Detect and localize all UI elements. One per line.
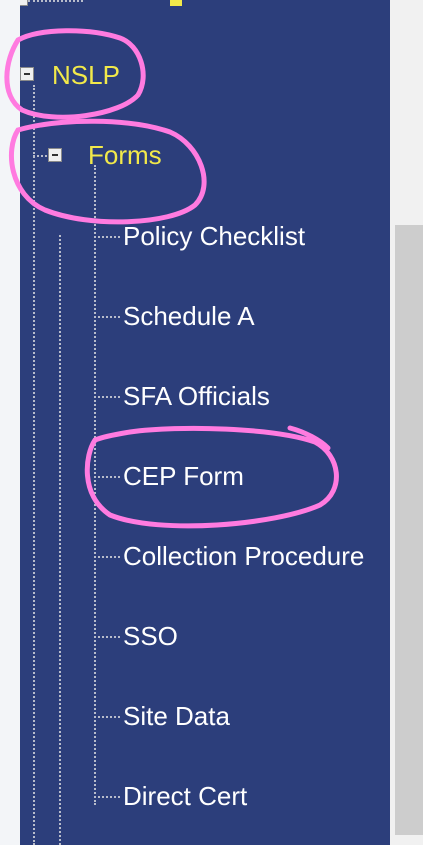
tree-connector [94,396,120,398]
tree-item-sfa-officials[interactable]: SFA Officials [123,381,270,411]
navigation-tree[interactable]: NSLP Forms Policy Checklist Schedule A S… [20,0,390,845]
tree-connector [94,165,96,805]
partial-node-label-fragment [170,0,182,6]
page-left-margin [0,0,20,845]
tree-connector [33,155,47,157]
tree-item-collection-procedure[interactable]: Collection Procedure [123,541,364,571]
tree-connector [94,556,120,558]
scrollbar-thumb[interactable] [395,225,423,835]
tree-connector [94,236,120,238]
tree-item-policy-checklist[interactable]: Policy Checklist [123,221,305,251]
tree-connector [94,716,120,718]
tree-connector [94,316,120,318]
scrollbar-track-end [395,835,423,845]
tree-item-direct-cert[interactable]: Direct Cert [123,781,247,811]
tree-connector [33,85,35,845]
collapse-icon[interactable] [20,67,34,81]
collapse-icon[interactable] [20,0,28,6]
tree-node-forms[interactable]: Forms [88,140,162,170]
tree-connector [94,796,120,798]
tree-item-sso[interactable]: SSO [123,621,178,651]
tree-node-nslp[interactable]: NSLP [52,60,120,90]
collapse-icon[interactable] [48,148,62,162]
tree-item-cep-form[interactable]: CEP Form [123,461,244,491]
tree-connector [59,235,61,845]
tree-item-site-data[interactable]: Site Data [123,701,230,731]
tree-connector [94,476,120,478]
tree-connector [94,636,120,638]
tree-connector [28,0,83,2]
tree-item-schedule-a[interactable]: Schedule A [123,301,255,331]
